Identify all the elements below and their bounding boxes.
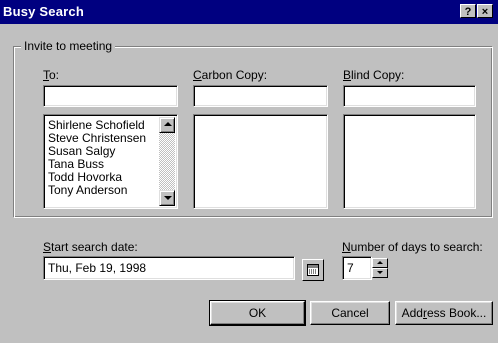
scroll-up-button[interactable] xyxy=(159,117,175,133)
group-legend: Invite to meeting xyxy=(21,39,116,53)
to-list-scrollbar[interactable] xyxy=(159,117,175,206)
address-book-button[interactable]: Address Book... xyxy=(395,301,493,325)
close-button[interactable]: × xyxy=(477,4,493,18)
bcc-label: Blind Copy: xyxy=(343,68,404,82)
spin-down-button[interactable] xyxy=(372,268,388,278)
days-input[interactable]: 7 xyxy=(342,256,372,280)
cancel-button[interactable]: Cancel xyxy=(310,301,390,325)
help-button[interactable]: ? xyxy=(460,4,476,18)
scroll-down-arrow-icon xyxy=(164,196,172,200)
start-date-label: Start search date: xyxy=(43,240,138,254)
cc-label-rest: arbon Copy: xyxy=(201,68,268,82)
start-date-input[interactable]: Thu, Feb 19, 1998 xyxy=(43,256,295,280)
spin-up-arrow-icon xyxy=(377,261,383,264)
scroll-up-arrow-icon xyxy=(164,122,172,126)
days-value: 7 xyxy=(347,261,354,275)
days-label: Number of days to search: xyxy=(342,240,483,254)
to-list-items: Shirlene Schofield Steve Christensen Sus… xyxy=(48,119,146,197)
cc-label: Carbon Copy: xyxy=(193,68,267,82)
start-date-label-mnemonic: S xyxy=(43,240,52,254)
window-title: Busy Search xyxy=(3,4,84,19)
address-book-label-rest: ess Book... xyxy=(426,306,487,320)
to-label: To: xyxy=(43,68,59,82)
cc-input[interactable] xyxy=(193,85,328,107)
bcc-input[interactable] xyxy=(343,85,476,107)
days-label-mnemonic: N xyxy=(342,240,351,254)
spin-up-button[interactable] xyxy=(372,258,388,268)
bcc-list[interactable] xyxy=(343,114,476,209)
list-item[interactable]: Tony Anderson xyxy=(48,184,146,197)
start-date-label-rest: tart search date: xyxy=(51,240,138,254)
days-label-rest: umber of days to search: xyxy=(350,240,483,254)
cc-label-mnemonic: C xyxy=(193,68,202,82)
calendar-button[interactable] xyxy=(302,259,324,281)
bcc-label-rest: lind Copy: xyxy=(351,68,405,82)
title-bar: Busy Search ? × xyxy=(0,0,498,24)
cc-list[interactable] xyxy=(193,114,328,209)
address-book-label-pre: Add xyxy=(401,306,423,320)
spin-down-arrow-icon xyxy=(377,271,383,274)
start-date-value: Thu, Feb 19, 1998 xyxy=(48,261,147,275)
to-list[interactable]: Shirlene Schofield Steve Christensen Sus… xyxy=(43,114,178,209)
bcc-label-mnemonic: B xyxy=(343,68,352,82)
to-label-rest: o: xyxy=(49,68,60,82)
to-input[interactable] xyxy=(43,85,178,107)
days-spinner[interactable] xyxy=(372,258,388,278)
scroll-down-button[interactable] xyxy=(159,190,175,206)
ok-button[interactable]: OK xyxy=(209,300,306,326)
calendar-icon xyxy=(307,264,319,276)
